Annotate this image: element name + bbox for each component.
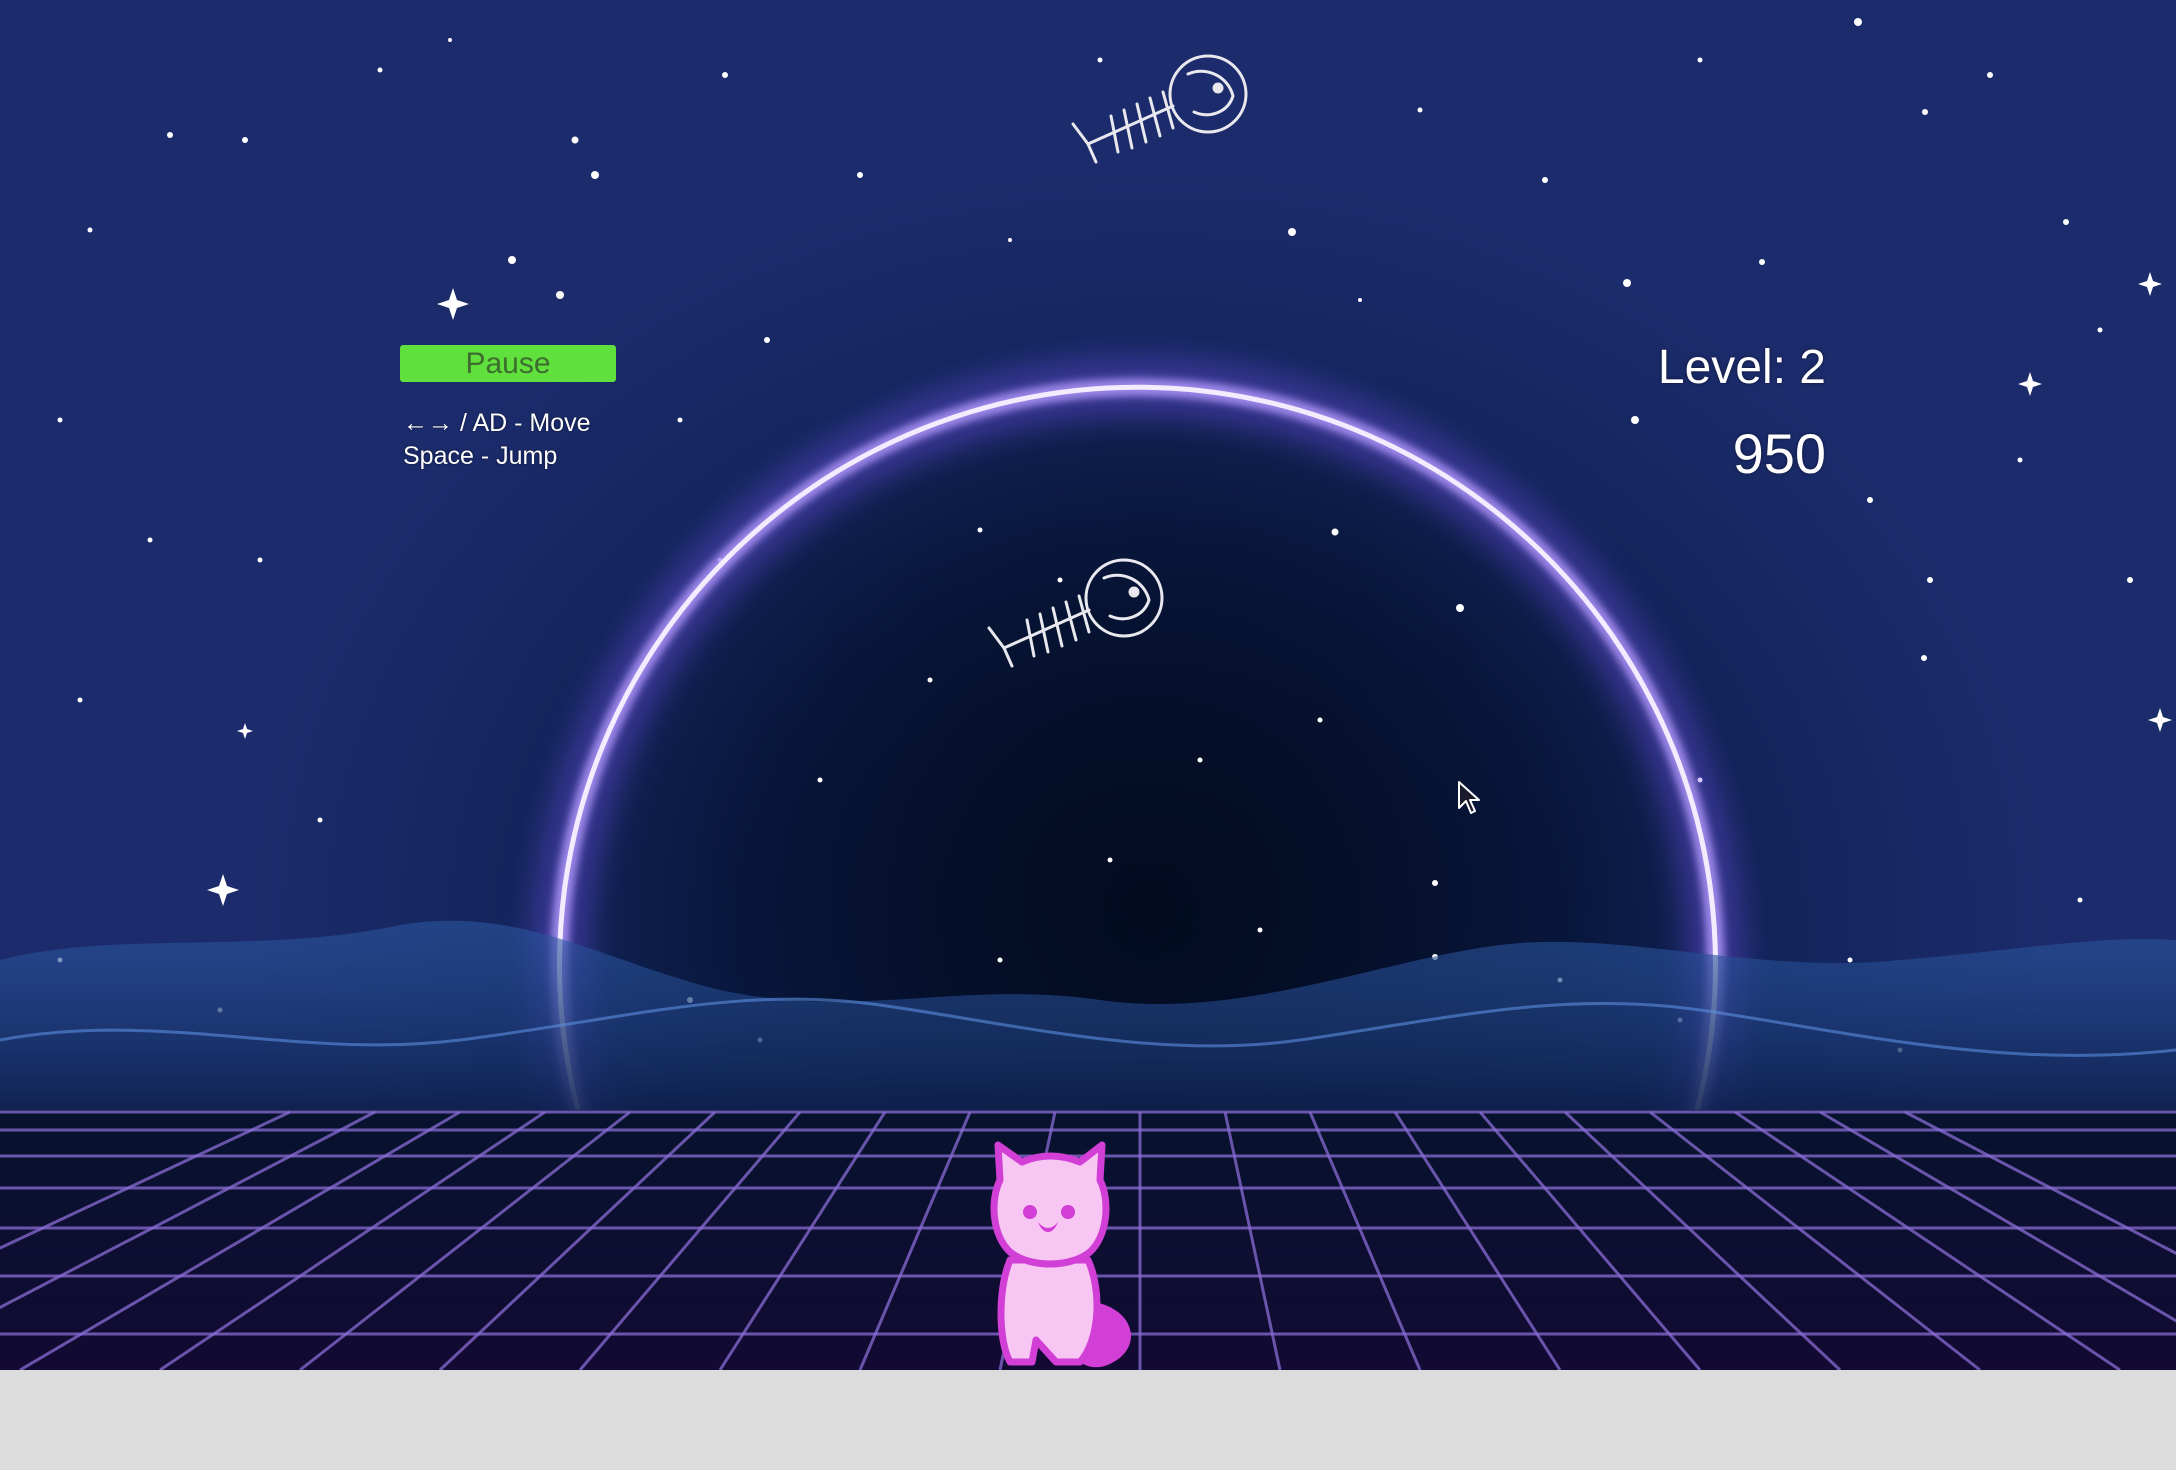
level-indicator: Level: 2 [1657, 341, 1826, 394]
mouse-pointer-icon [1458, 781, 1480, 814]
window-footer [0, 1370, 2176, 1470]
controls-help: ←→ / AD - Move Space - Jump [403, 407, 591, 473]
pink-cat-player [990, 1141, 1131, 1368]
fish-bone-icon [1071, 54, 1248, 164]
controls-move-text: ←→ / AD - Move [403, 409, 591, 437]
game-scene[interactable]: Pause ←→ / AD - Move Space - Jump Level:… [0, 0, 2176, 1370]
score-display: 950 [1732, 422, 1826, 485]
fish-bone-icon [987, 558, 1164, 668]
pause-button[interactable]: Pause [400, 345, 616, 382]
controls-jump-text: Space - Jump [403, 442, 558, 470]
